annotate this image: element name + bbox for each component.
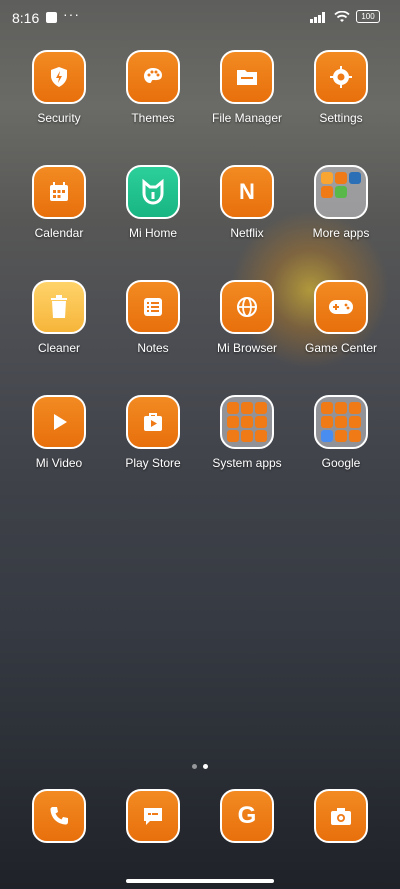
folder-icon — [220, 50, 274, 104]
netflix-n-icon: N — [220, 165, 274, 219]
app-label: Security — [37, 111, 81, 125]
app-label: Mi Browser — [216, 341, 277, 355]
battery-indicator: 100 — [356, 10, 380, 23]
app-play-store[interactable]: Play Store — [106, 395, 200, 470]
app-security[interactable]: Security — [12, 50, 106, 125]
app-label: Notes — [137, 341, 169, 355]
status-time: 8:16 — [12, 10, 40, 26]
palette-icon — [126, 50, 180, 104]
signal-icon — [310, 11, 325, 23]
app-label: Calendar — [34, 226, 84, 240]
app-label: File Manager — [211, 111, 283, 125]
netflix-glyph: N — [239, 179, 255, 204]
app-mi-home[interactable]: Mi Home — [106, 165, 200, 240]
dock-messages[interactable] — [106, 789, 200, 843]
folder-google[interactable]: Google — [294, 395, 388, 470]
messages-icon — [126, 789, 180, 843]
folder-more-apps[interactable]: More apps — [294, 165, 388, 240]
notification-more-dots: ··· — [63, 6, 80, 22]
mi-home-icon — [126, 165, 180, 219]
page-indicator[interactable] — [0, 756, 400, 774]
app-label: System apps — [212, 456, 282, 470]
app-label: Cleaner — [37, 341, 81, 355]
page-dot-active — [203, 764, 208, 769]
folder-system-apps-icon — [220, 395, 274, 449]
gear-icon — [314, 50, 368, 104]
camera-icon — [314, 789, 368, 843]
app-mi-video[interactable]: Mi Video — [12, 395, 106, 470]
app-themes[interactable]: Themes — [106, 50, 200, 125]
dock-camera[interactable] — [294, 789, 388, 843]
app-label: More apps — [312, 226, 370, 240]
play-icon — [32, 395, 86, 449]
app-label: Settings — [319, 111, 363, 125]
page-dot — [192, 764, 197, 769]
globe-icon — [220, 280, 274, 334]
gamepad-icon — [314, 280, 368, 334]
app-cleaner[interactable]: Cleaner — [12, 280, 106, 355]
folder-more-apps-icon — [314, 165, 368, 219]
calendar-icon — [32, 165, 86, 219]
dock-phone[interactable] — [12, 789, 106, 843]
notes-list-icon — [126, 280, 180, 334]
gesture-home-bar[interactable] — [126, 879, 274, 883]
app-netflix[interactable]: N Netflix — [200, 165, 294, 240]
play-store-icon — [126, 395, 180, 449]
app-label: Netflix — [230, 226, 264, 240]
app-calendar[interactable]: Calendar — [12, 165, 106, 240]
app-game-center[interactable]: Game Center — [294, 280, 388, 355]
app-file-manager[interactable]: File Manager — [200, 50, 294, 125]
app-mi-browser[interactable]: Mi Browser — [200, 280, 294, 355]
shield-bolt-icon — [32, 50, 86, 104]
phone-icon — [32, 789, 86, 843]
status-bar: 8:16 ··· 100 — [0, 0, 400, 36]
google-glyph: G — [237, 802, 257, 829]
app-label: Mi Video — [35, 456, 83, 470]
app-label: Play Store — [125, 456, 181, 470]
dock-google[interactable]: G — [200, 789, 294, 843]
app-label: Google — [321, 456, 361, 470]
trash-bin-icon — [32, 280, 86, 334]
app-label: Themes — [131, 111, 175, 125]
folder-system-apps[interactable]: System apps — [200, 395, 294, 470]
folder-google-icon — [314, 395, 368, 449]
app-settings[interactable]: Settings — [294, 50, 388, 125]
notification-square-icon — [46, 12, 57, 23]
app-label: Mi Home — [128, 226, 177, 240]
app-notes[interactable]: Notes — [106, 280, 200, 355]
google-g-icon: G — [220, 789, 274, 843]
wifi-icon — [334, 10, 350, 22]
app-label: Game Center — [304, 341, 378, 355]
